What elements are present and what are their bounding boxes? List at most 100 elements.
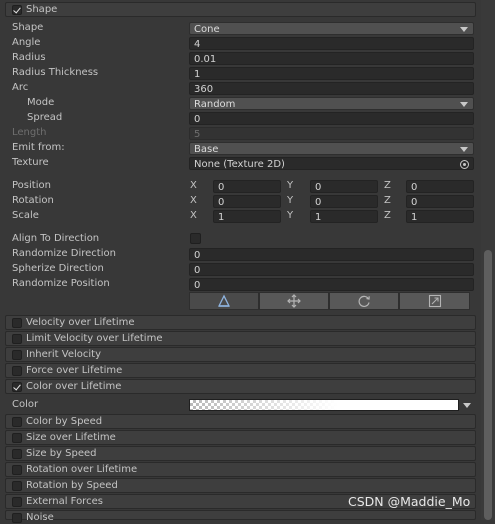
module-title: Force over Lifetime [26, 365, 123, 376]
scale-icon [428, 294, 441, 308]
rotation-label: Rotation [12, 195, 54, 206]
module-title: External Forces [26, 496, 103, 507]
arc-label: Arc [12, 82, 29, 93]
length-field: 5 [189, 127, 474, 140]
rotation-x-field[interactable]: 0 [213, 195, 281, 208]
angle-label: Angle [12, 37, 41, 48]
randomize-position-label: Randomize Position [12, 278, 110, 289]
shape-module-header[interactable]: Shape [5, 2, 476, 17]
shape-dropdown[interactable]: Cone [189, 22, 474, 35]
module-checkbox[interactable] [12, 366, 22, 376]
emit-from-label: Emit from: [12, 142, 65, 153]
module-velocity-over-lifetime[interactable]: Velocity over Lifetime [5, 315, 476, 330]
texture-field-value: None (Texture 2D) [194, 159, 285, 170]
position-z-axis-label: Z [384, 180, 391, 191]
color-gradient-field[interactable] [189, 399, 459, 411]
radius-thickness-label: Radius Thickness [12, 67, 99, 78]
module-title: Rotation over Lifetime [26, 464, 138, 475]
mode-dropdown[interactable]: Random [189, 97, 474, 110]
shape-module-title: Shape [26, 4, 58, 15]
randomize-direction-field[interactable]: 0 [189, 248, 474, 261]
module-inherit-velocity[interactable]: Inherit Velocity [5, 347, 476, 362]
module-size-by-speed[interactable]: Size by Speed [5, 446, 476, 461]
scale-z-axis-label: Z [384, 210, 391, 221]
chevron-down-icon [460, 147, 468, 152]
mode-label: Mode [27, 97, 55, 108]
scale-x-field[interactable]: 1 [213, 210, 281, 223]
module-title: Size by Speed [26, 448, 97, 459]
radius-field[interactable]: 0.01 [189, 52, 474, 65]
module-checkbox[interactable] [12, 334, 22, 344]
rotation-x-axis-label: X [190, 195, 197, 206]
spread-label: Spread [27, 112, 63, 123]
module-title: Noise [26, 512, 54, 523]
spread-field[interactable]: 0 [189, 112, 474, 125]
module-color-over-lifetime[interactable]: Color over Lifetime [5, 379, 476, 394]
module-checkbox[interactable] [12, 481, 22, 491]
scale-x-axis-label: X [190, 210, 197, 221]
shape-module-checkbox[interactable] [12, 5, 22, 15]
module-color-by-speed[interactable]: Color by Speed [5, 414, 476, 429]
module-title: Color over Lifetime [26, 381, 122, 392]
module-rotation-by-speed[interactable]: Rotation by Speed [5, 478, 476, 493]
angle-field[interactable]: 4 [189, 37, 474, 50]
move-icon [287, 294, 301, 308]
module-checkbox[interactable] [12, 318, 22, 328]
radius-thickness-field[interactable]: 1 [189, 67, 474, 80]
rotate-tool-button[interactable] [329, 292, 399, 310]
scrollbar-thumb[interactable] [484, 250, 492, 520]
align-to-direction-checkbox[interactable] [190, 233, 201, 244]
rotation-z-axis-label: Z [384, 195, 391, 206]
chevron-down-icon [460, 27, 468, 32]
spherize-direction-label: Spherize Direction [12, 263, 104, 274]
spherize-direction-field[interactable]: 0 [189, 263, 474, 276]
texture-label: Texture [12, 157, 49, 168]
object-picker-icon[interactable] [460, 160, 469, 169]
color-label: Color [12, 399, 39, 410]
rotation-y-axis-label: Y [287, 195, 294, 206]
randomize-position-field[interactable]: 0 [189, 278, 474, 291]
module-limit-velocity-over-lifetime[interactable]: Limit Velocity over Lifetime [5, 331, 476, 346]
module-checkbox[interactable] [12, 465, 22, 475]
emit-from-dropdown-value: Base [194, 144, 219, 155]
chevron-down-icon[interactable] [463, 403, 471, 408]
length-label: Length [12, 127, 47, 138]
position-z-field[interactable]: 0 [406, 180, 474, 193]
module-rotation-over-lifetime[interactable]: Rotation over Lifetime [5, 462, 476, 477]
module-checkbox[interactable] [12, 449, 22, 459]
scale-tool-button[interactable] [399, 292, 470, 310]
module-title: Color by Speed [26, 416, 103, 427]
move-tool-button[interactable] [259, 292, 329, 310]
module-noise[interactable]: Noise [5, 510, 476, 523]
shape-label: Shape [12, 22, 44, 33]
module-checkbox[interactable] [12, 417, 22, 427]
position-x-axis-label: X [190, 180, 197, 191]
position-x-field[interactable]: 0 [213, 180, 281, 193]
module-checkbox[interactable] [12, 497, 22, 507]
scale-y-field[interactable]: 1 [310, 210, 378, 223]
module-checkbox[interactable] [12, 350, 22, 360]
scale-y-axis-label: Y [287, 210, 294, 221]
randomize-direction-label: Randomize Direction [12, 248, 116, 259]
module-force-over-lifetime[interactable]: Force over Lifetime [5, 363, 476, 378]
shape-dropdown-value: Cone [194, 24, 220, 35]
module-checkbox[interactable] [12, 433, 22, 443]
rotation-y-field[interactable]: 0 [310, 195, 378, 208]
module-title: Velocity over Lifetime [26, 317, 135, 328]
position-y-field[interactable]: 0 [310, 180, 378, 193]
scale-z-field[interactable]: 1 [406, 210, 474, 223]
module-checkbox[interactable] [12, 513, 22, 523]
arc-field[interactable]: 360 [189, 82, 474, 95]
emit-from-dropdown[interactable]: Base [189, 142, 474, 155]
rotation-z-field[interactable]: 0 [406, 195, 474, 208]
watermark-text: CSDN @Maddie_Mo [348, 494, 471, 509]
mode-dropdown-value: Random [194, 99, 236, 110]
edit-shape-button[interactable] [189, 292, 259, 310]
align-to-direction-label: Align To Direction [12, 233, 100, 244]
texture-field[interactable]: None (Texture 2D) [189, 157, 474, 170]
module-checkbox[interactable] [12, 382, 22, 392]
module-size-over-lifetime[interactable]: Size over Lifetime [5, 430, 476, 445]
position-y-axis-label: Y [287, 180, 294, 191]
radius-label: Radius [12, 52, 46, 63]
module-title: Inherit Velocity [26, 349, 101, 360]
